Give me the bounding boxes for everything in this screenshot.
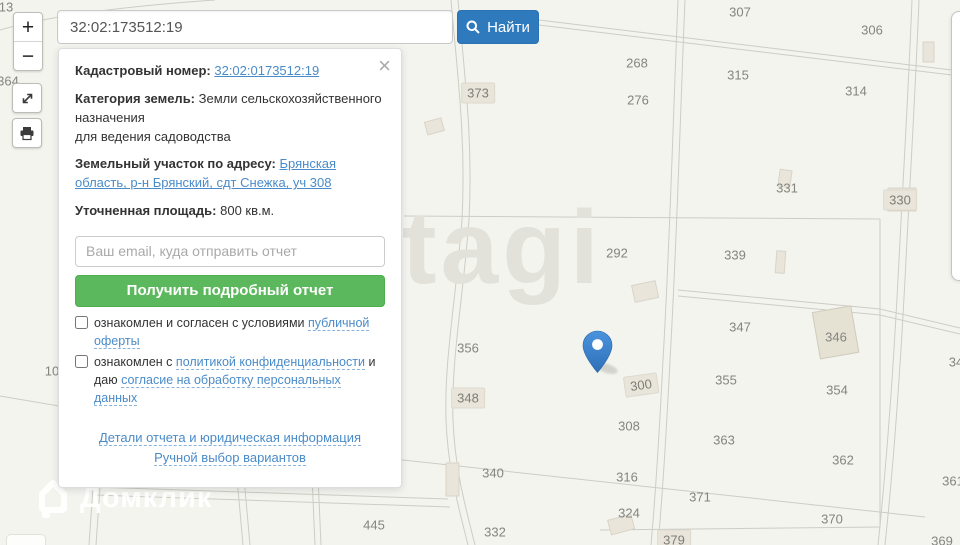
email-input[interactable] [75,235,385,267]
fullscreen-button[interactable] [12,83,42,113]
pin-icon [582,330,613,373]
parcel-label: 354 [826,382,848,398]
parcel-label: 268 [626,55,648,71]
parcel-label: 340 [482,465,504,481]
privacy-consent-checkbox[interactable] [75,355,88,369]
parcel-label: 292 [606,245,628,261]
parcel-label: 371 [689,489,711,505]
offer-consent-row: ознакомлен и согласен с условиями публич… [75,314,385,350]
area-row: Уточненная площадь: 800 кв.м. [75,202,385,221]
right-edge-panel-cut [951,11,960,281]
privacy-policy-link[interactable]: политикой конфиденциальности [175,355,365,371]
parcel-label: 362 [832,452,854,468]
search-icon [466,20,480,34]
parcel-label: 370 [821,511,843,527]
panel-footer-links: Детали отчета и юридическая информация Р… [75,428,385,470]
offer-consent-checkbox[interactable] [75,315,88,329]
cadastral-number-row: Кадастровый номер: 32:02:0173512:19 [75,62,385,81]
address-row: Земельный участок по адресу: Брянская об… [75,155,385,193]
parcel-label: 346 [825,329,847,345]
land-category-label: Категория земель: [75,90,196,106]
zoom-out-button[interactable]: − [14,42,42,70]
personal-data-link[interactable]: согласие на обработку персональных данны… [94,373,341,407]
search-button-label: Найти [487,18,530,36]
parcel-label: 34 [948,354,960,370]
address-label: Земельный участок по адресу: [75,156,276,172]
parcel-label: 348 [451,387,485,409]
close-icon[interactable]: × [378,55,391,77]
parcel-label: 13 [0,0,14,15]
parcel-label: 331 [776,180,798,196]
search-button[interactable]: Найти [457,10,539,44]
parcel-label: 445 [363,517,385,533]
parcel-label: 308 [618,418,640,434]
manual-selection-link[interactable]: Ручной выбор вариантов [154,450,306,467]
parcel-label: 379 [657,529,691,545]
parcel-label: 347 [729,319,751,335]
parcel-label: 355 [715,372,737,388]
cadastral-number-label: Кадастровый номер: [75,63,211,78]
parcel-label: 314 [845,83,867,99]
privacy-consent-text: ознакомлен с политикой конфиденциальност… [94,353,385,407]
land-category-row: Категория земель: Земли сельскохозяйстве… [75,90,385,147]
cadastral-map-app: etagi 13 364 307 306 268 315 276 314 373 331 330 29… [0,0,960,545]
parcel-info-panel: × Кадастровый номер: 32:02:0173512:19 Ка… [58,48,402,489]
parcel-label: 330 [883,189,917,211]
printer-icon [20,126,34,140]
zoom-control: + − [13,12,43,71]
privacy-consent-text-part1: ознакомлен с [94,355,173,370]
offer-consent-text: ознакомлен и согласен с условиями публич… [94,314,385,350]
print-button[interactable] [12,118,42,148]
bottom-left-control-cut [6,534,46,545]
cadastral-number-link[interactable]: 32:02:0173512:19 [214,63,319,78]
zoom-in-button[interactable]: + [14,13,42,41]
area-value: 800 кв.м. [220,203,275,219]
parcel-label: 316 [616,469,638,485]
parcel-label: 276 [627,92,649,108]
land-category-value2: для ведения садоводства [75,128,231,144]
offer-consent-text-part: ознакомлен и согласен с условиями [94,315,305,330]
parcel-label: 332 [484,524,506,540]
area-label: Уточненная площадь: [75,203,217,219]
parcel-label: 315 [727,67,749,83]
get-report-button[interactable]: Получить подробный отчет [75,274,385,307]
parcel-label: 307 [729,4,751,20]
parcel-label: 363 [713,432,735,448]
parcel-label: 324 [618,505,640,521]
parcel-label: 373 [461,82,495,104]
parcel-label: 369 [931,533,953,545]
map-marker-pin[interactable] [582,330,613,374]
privacy-consent-row: ознакомлен с политикой конфиденциальност… [75,353,385,407]
parcel-label: 361 [942,473,960,489]
parcel-label: 339 [724,247,746,263]
parcel-label: 306 [861,22,883,38]
cadastral-search-input[interactable] [57,10,453,44]
report-details-link[interactable]: Детали отчета и юридическая информация [98,429,362,446]
expand-arrows-icon [22,93,32,103]
parcel-label: 356 [457,340,479,356]
